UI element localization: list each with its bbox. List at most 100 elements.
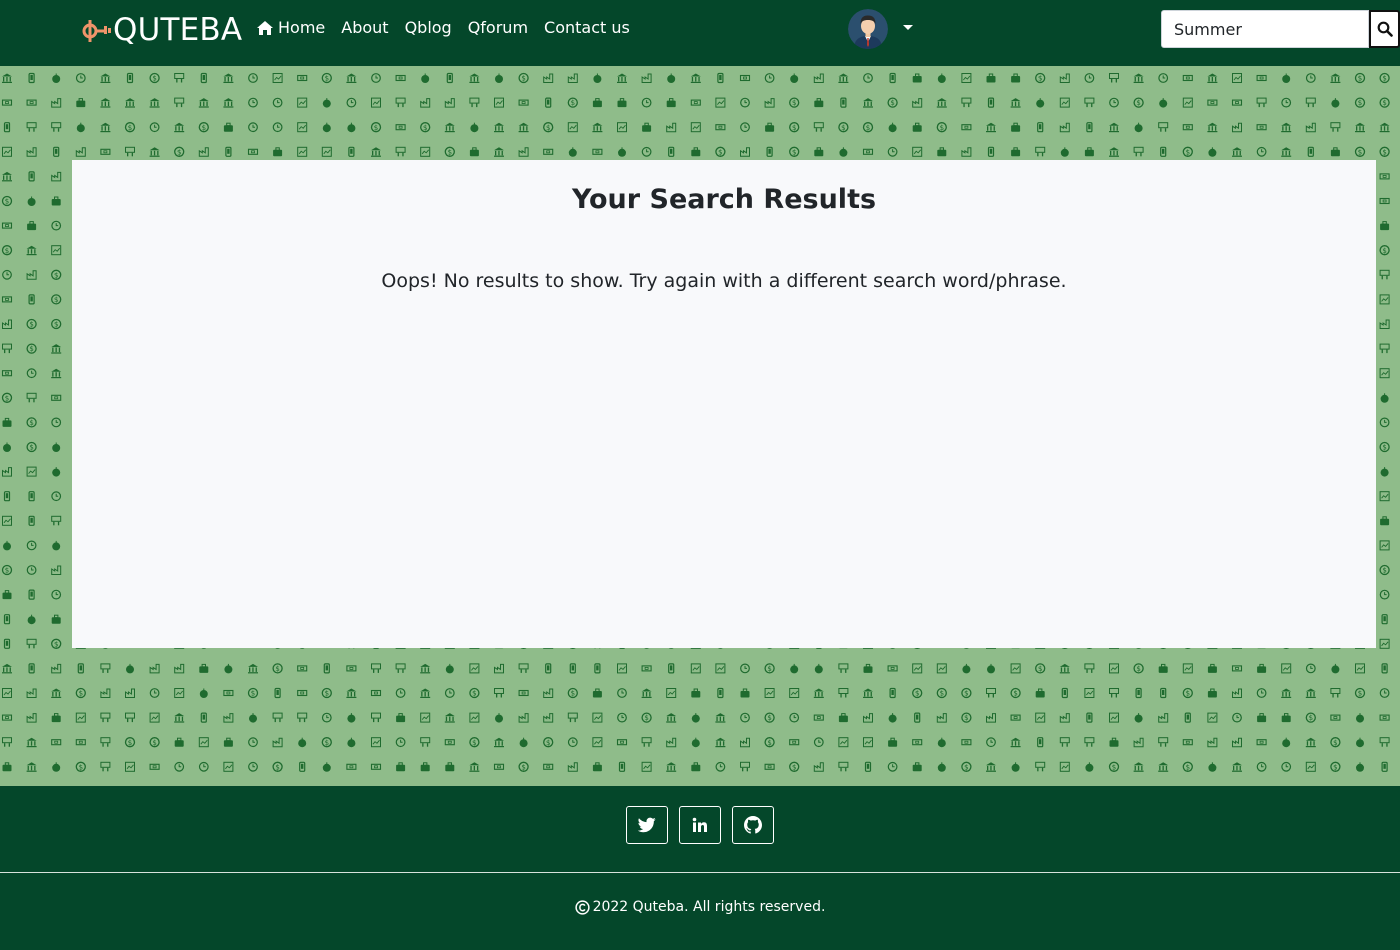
pattern-icon: $ [1035,663,1046,674]
pattern-icon [1305,663,1316,674]
twitter-button[interactable] [626,806,668,844]
pattern-icon [174,663,185,674]
pattern-icon [1379,714,1390,721]
pattern-icon [273,147,283,157]
pattern-icon [26,122,37,132]
pattern-icon [1184,712,1191,723]
pattern-icon [52,540,61,551]
pattern-icon [1380,221,1390,231]
svg-text:$: $ [29,444,33,452]
pattern-icon [1182,97,1193,108]
pattern-icon [149,663,160,674]
nav-qblog[interactable]: Qblog [405,18,452,37]
pattern-icon [1,99,13,106]
pattern-icon [1086,712,1093,723]
pattern-icon: $ [567,97,578,108]
pattern-icon: $ [1354,72,1366,84]
svg-text:$: $ [448,148,452,156]
pattern-icon [813,122,824,132]
brand-logo[interactable]: QUTEBA [80,12,242,48]
pattern-icon [495,73,503,83]
pattern-icon [618,761,626,772]
pattern-icon [395,74,406,82]
svg-text:$: $ [152,739,156,747]
pattern-icon [691,147,701,157]
search-input[interactable] [1161,10,1369,48]
svg-text:$: $ [275,665,279,673]
pattern-icon: $ [789,122,800,133]
pattern-icon [764,688,775,698]
pattern-icon [1011,73,1021,83]
pattern-icon [28,589,35,600]
pattern-icon [1109,73,1119,83]
pattern-icon: $ [149,72,160,84]
pattern-icon [666,122,677,133]
pattern-icon [986,737,996,748]
pattern-icon [1381,614,1388,625]
nav-contact[interactable]: Contact us [544,18,630,37]
pattern-icon [936,98,947,108]
nav-about[interactable]: About [341,18,388,37]
nav-qforum[interactable]: Qforum [468,18,528,37]
pattern-icon [1381,663,1388,674]
pattern-icon [715,761,726,772]
pattern-icon [1011,122,1021,132]
pattern-icon [249,713,257,723]
pattern-icon [371,737,381,748]
pattern-icon [987,97,995,108]
pattern-icon [420,712,431,723]
page-title: Your Search Results [571,184,877,215]
pattern-icon [1207,737,1218,748]
nav-home[interactable]: Home [256,18,325,37]
pattern-icon: $ [1305,712,1316,723]
pattern-icon [3,122,11,133]
linkedin-button[interactable] [679,806,721,844]
pattern-icon [1379,417,1390,428]
svg-text:$: $ [79,763,83,771]
search-button[interactable] [1369,10,1400,48]
pattern-icon [642,122,652,132]
pattern-icon: $ [961,712,972,723]
svg-text:$: $ [964,690,968,698]
pattern-icon [715,737,726,748]
pattern-icon [937,762,946,772]
pattern-icon [740,147,750,157]
pattern-icon [666,688,677,698]
pattern-icon: $ [26,417,37,428]
pattern-icon [691,737,700,748]
pattern-icon [199,688,208,698]
svg-text:$: $ [128,124,132,132]
pattern-icon [51,344,62,354]
pattern-icon [813,73,824,83]
pattern-icon [1037,737,1044,748]
pattern-icon [126,663,134,674]
pattern-icon [28,663,35,674]
pattern-icon [864,761,872,772]
pattern-icon: $ [444,146,455,157]
pattern-icon [2,515,12,526]
pattern-icon [961,97,972,108]
pattern-icon [75,712,86,723]
pattern-icon [961,147,972,157]
pattern-icon [346,688,357,698]
pattern-icon [545,663,552,674]
pattern-icon [272,97,283,108]
pattern-icon [272,712,283,723]
pattern-icon: $ [1133,97,1144,108]
pattern-icon [1,222,13,229]
pattern-icon [174,97,185,108]
pattern-icon [223,122,233,132]
svg-text:$: $ [1382,567,1386,575]
pattern-icon [28,491,35,502]
pattern-icon [863,98,873,108]
pattern-icon: $ [420,122,431,133]
svg-text:$: $ [767,739,771,747]
pattern-icon [1380,516,1390,526]
svg-text:$: $ [79,690,83,698]
copyright-icon [574,899,590,915]
pattern-icon [174,122,185,133]
pattern-icon [1281,97,1292,108]
github-button[interactable] [732,806,774,844]
user-menu-caret[interactable] [903,25,913,30]
user-avatar[interactable] [848,9,888,49]
